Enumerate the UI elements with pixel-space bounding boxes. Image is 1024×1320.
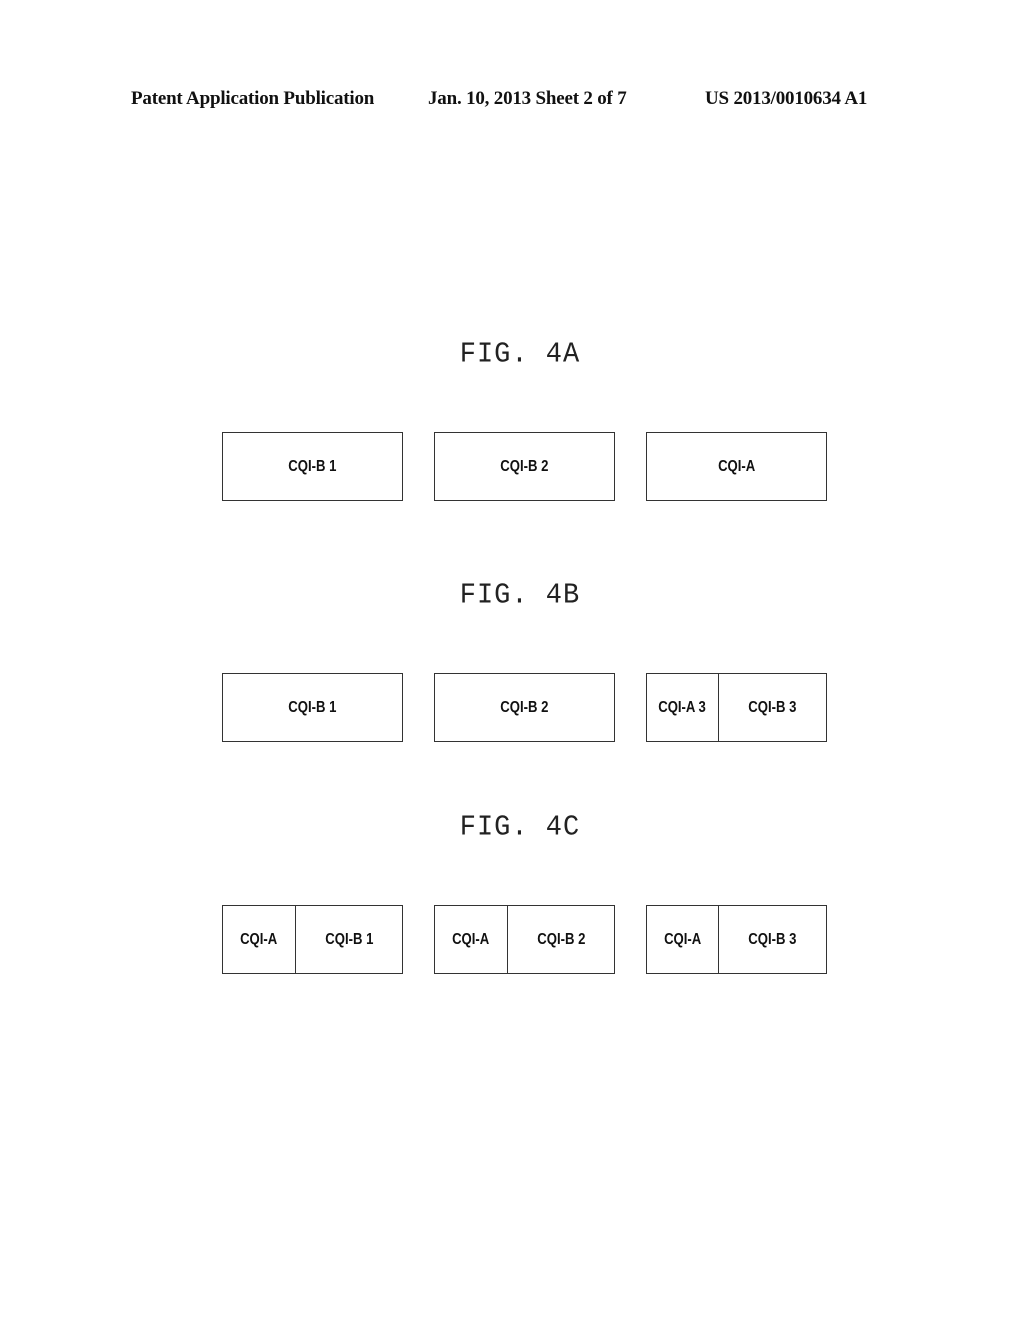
frame-box: CQI-A bbox=[646, 432, 827, 501]
cqi-cell: CQI-B 1 bbox=[288, 698, 337, 716]
figure-title: FIG. 4B bbox=[459, 580, 581, 612]
cqi-cell: CQI-B 2 bbox=[500, 698, 549, 716]
cqi-cell: CQI-A bbox=[240, 930, 278, 948]
frame-row: CQI-B 1 CQI-B 2 CQI-A 3 CQI-B 3 bbox=[0, 673, 1024, 742]
cqi-cell: CQI-B 1 bbox=[288, 457, 337, 475]
cqi-cell: CQI-B 1 bbox=[324, 930, 374, 948]
cqi-cell: CQI-B 3 bbox=[748, 930, 797, 948]
frame-row: CQI-A CQI-B 1 CQI-A CQI-B 2 CQI-A CQI-B … bbox=[0, 905, 1024, 974]
frame-box: CQI-B 1 bbox=[222, 673, 403, 742]
frame-box: CQI-A 3 CQI-B 3 bbox=[646, 673, 827, 742]
frame-box: CQI-B 1 bbox=[222, 432, 403, 501]
patent-number: US 2013/0010634 A1 bbox=[705, 88, 868, 109]
frame-row: CQI-B 1 CQI-B 2 CQI-A bbox=[0, 432, 1024, 501]
cqi-cell: CQI-B 2 bbox=[536, 930, 586, 948]
cqi-cell: CQI-A bbox=[717, 457, 756, 475]
date-sheet-label: Jan. 10, 2013 Sheet 2 of 7 bbox=[428, 88, 627, 109]
frame-box: CQI-A CQI-B 2 bbox=[434, 905, 615, 974]
cqi-cell: CQI-B 2 bbox=[500, 457, 549, 475]
cqi-cell: CQI-A bbox=[663, 930, 702, 948]
frame-box: CQI-A CQI-B 3 bbox=[646, 905, 827, 974]
frame-box: CQI-A CQI-B 1 bbox=[222, 905, 403, 974]
frame-box: CQI-B 2 bbox=[434, 432, 615, 501]
publication-label: Patent Application Publication bbox=[131, 88, 375, 109]
cqi-cell: CQI-B 3 bbox=[748, 698, 797, 716]
cqi-cell: CQI-A 3 bbox=[658, 698, 707, 716]
figure-title: FIG. 4A bbox=[459, 339, 581, 371]
frame-box: CQI-B 2 bbox=[434, 673, 615, 742]
figure-title: FIG. 4C bbox=[459, 812, 581, 844]
cqi-cell: CQI-A bbox=[452, 930, 490, 948]
